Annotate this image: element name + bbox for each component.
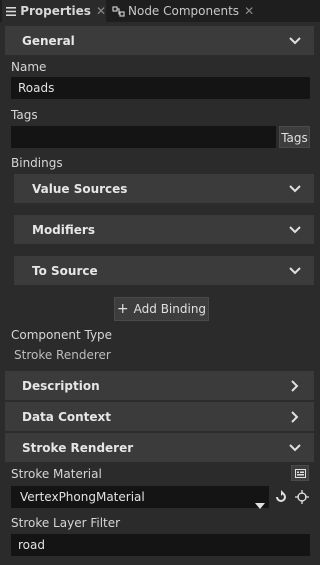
section-modifiers-title: Modifiers [32, 222, 95, 237]
tags-label: Tags [11, 108, 38, 122]
stroke-material-value: VertexPhongMaterial [20, 490, 145, 504]
plus-icon: + [116, 301, 129, 317]
section-general-title: General [22, 33, 75, 48]
tab-node-components[interactable]: Node Components ✕ [108, 0, 258, 22]
section-to-source[interactable]: To Source [14, 256, 314, 285]
stroke-material-label: Stroke Material [11, 467, 102, 481]
tab-bar: Properties ✕ Node Components ✕ [0, 0, 320, 22]
component-type-value: Stroke Renderer [14, 348, 111, 362]
tab-node-components-label: Node Components [128, 4, 240, 18]
section-value-sources[interactable]: Value Sources [14, 174, 314, 203]
stroke-material-dropdown[interactable]: VertexPhongMaterial [11, 486, 269, 509]
chevron-down-icon [255, 494, 265, 516]
close-icon[interactable]: ✕ [244, 4, 254, 18]
section-stroke-renderer[interactable]: Stroke Renderer [5, 433, 314, 462]
chevron-down-icon [288, 223, 302, 237]
browse-resource-button[interactable] [291, 465, 309, 481]
target-picker-button[interactable] [293, 488, 311, 506]
tags-button[interactable]: Tags [279, 126, 310, 148]
name-field[interactable]: Roads [11, 77, 310, 99]
stroke-layer-filter-field[interactable]: road [11, 534, 310, 556]
crosshair-icon [295, 490, 309, 504]
stroke-layer-filter-label: Stroke Layer Filter [11, 516, 121, 530]
name-label: Name [11, 60, 47, 74]
section-data-context-title: Data Context [22, 409, 112, 424]
chevron-down-icon [288, 441, 302, 455]
properties-icon [2, 6, 20, 16]
component-type-label: Component Type [11, 328, 113, 342]
section-modifiers[interactable]: Modifiers [14, 215, 314, 244]
node-components-icon [108, 5, 128, 17]
resource-browser-icon [294, 468, 306, 478]
section-description-title: Description [22, 378, 100, 393]
reset-icon [276, 490, 286, 502]
chevron-right-icon [288, 379, 302, 393]
chevron-down-icon [288, 34, 302, 48]
add-binding-button[interactable]: + Add Binding [114, 297, 209, 321]
chevron-right-icon [288, 410, 302, 424]
add-binding-label: Add Binding [133, 302, 207, 316]
tab-properties[interactable]: Properties ✕ [2, 0, 106, 22]
tab-properties-label: Properties [20, 4, 91, 18]
chevron-down-icon [288, 264, 302, 278]
bindings-label: Bindings [11, 156, 63, 170]
close-icon[interactable]: ✕ [96, 4, 106, 18]
section-to-source-title: To Source [32, 263, 98, 278]
section-description[interactable]: Description [5, 371, 314, 400]
section-stroke-renderer-title: Stroke Renderer [22, 440, 134, 455]
chevron-down-icon [288, 182, 302, 196]
section-value-sources-title: Value Sources [32, 181, 128, 196]
tags-input[interactable] [11, 126, 276, 148]
section-general[interactable]: General [5, 26, 314, 55]
reset-button[interactable] [273, 488, 289, 506]
section-data-context[interactable]: Data Context [5, 402, 314, 431]
